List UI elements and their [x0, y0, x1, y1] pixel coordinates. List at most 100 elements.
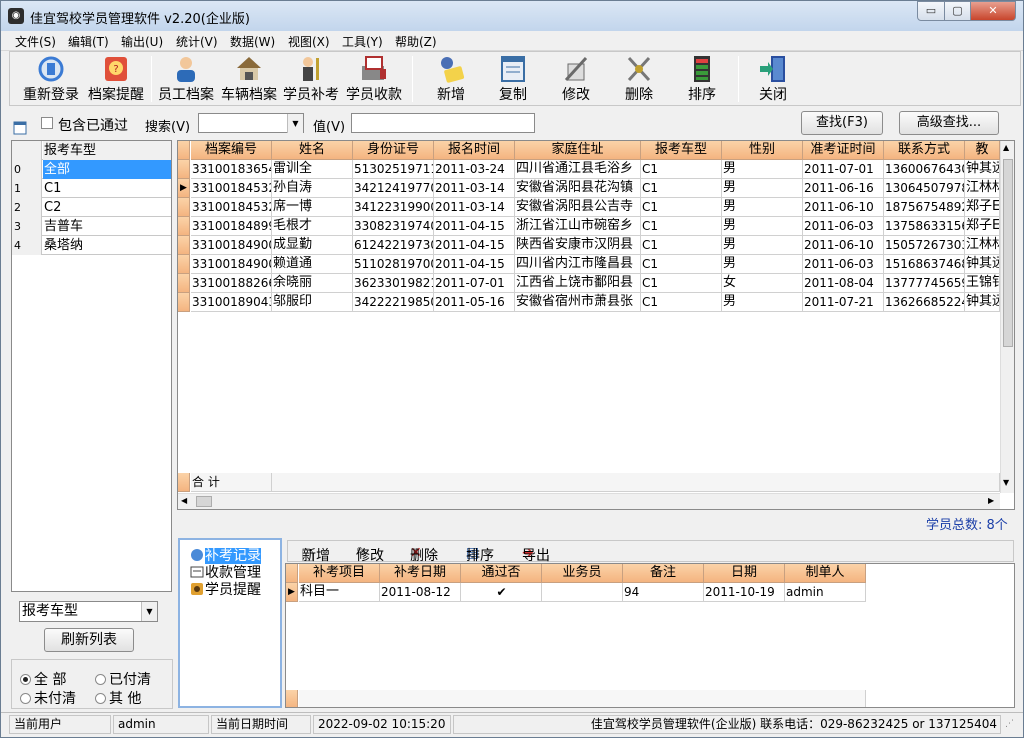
table-cell[interactable]: 四川省通江县毛浴乡	[515, 160, 641, 179]
find-button[interactable]: 查找(F3)	[801, 111, 883, 135]
current-row-indicator-icon[interactable]: ▶	[178, 179, 190, 198]
table-cell[interactable]: 15057267303	[884, 236, 965, 255]
list-item[interactable]: 2 C2	[12, 198, 171, 217]
table-row[interactable]: 科目一	[299, 583, 380, 602]
row-header[interactable]	[178, 217, 190, 236]
table-cell[interactable]: 51102819700	[353, 255, 434, 274]
chevron-down-icon[interactable]: ▼	[141, 602, 157, 621]
modify-button[interactable]: 修改	[545, 54, 607, 104]
table-row[interactable]: 33100183654	[191, 160, 272, 179]
column-header-retest-item[interactable]: 补考项目	[299, 564, 380, 583]
table-cell[interactable]: 2011-08-04	[803, 274, 884, 293]
menu-tools[interactable]: 工具(Y)	[342, 33, 383, 50]
menu-edit[interactable]: 编辑(T)	[68, 33, 109, 50]
table-cell[interactable]: 毛根才	[272, 217, 353, 236]
table-row[interactable]: 33100184900	[191, 236, 272, 255]
table-cell[interactable]: 江林林	[965, 179, 1000, 198]
table-cell[interactable]: 孙自涛	[272, 179, 353, 198]
table-cell[interactable]: 34222219850	[353, 293, 434, 312]
radio-paid[interactable]: 已付清	[95, 669, 151, 689]
table-cell[interactable]: 2011-05-16	[434, 293, 515, 312]
table-cell[interactable]: 男	[722, 179, 803, 198]
table-cell[interactable]: 13758633156	[884, 217, 965, 236]
table-row[interactable]: 33100184532	[191, 179, 272, 198]
table-row[interactable]: 33100184532	[191, 198, 272, 217]
table-cell[interactable]: C1	[641, 217, 722, 236]
table-cell[interactable]: 钟其远	[965, 160, 1000, 179]
list-item[interactable]: 0 全部	[12, 160, 171, 179]
table-cell[interactable]: 2011-07-01	[803, 160, 884, 179]
reminder-button[interactable]: ? 档案提醒	[85, 54, 147, 104]
table-cell[interactable]: 51302519711	[353, 160, 434, 179]
table-cell[interactable]: 男	[722, 198, 803, 217]
table-cell[interactable]: 王锦钅	[965, 274, 1000, 293]
vertical-scrollbar[interactable]: ▲ ▼	[1000, 141, 1014, 493]
table-cell[interactable]: 男	[722, 217, 803, 236]
vertical-scroll-thumb[interactable]	[1003, 159, 1013, 347]
refresh-list-button[interactable]: 刷新列表	[44, 628, 134, 652]
scroll-down-icon[interactable]: ▼	[1003, 478, 1009, 487]
table-cell[interactable]: 男	[722, 236, 803, 255]
include-passed-checkbox[interactable]	[41, 117, 53, 129]
payment-button[interactable]: 学员收款	[343, 54, 405, 104]
table-cell[interactable]: 钟其远	[965, 255, 1000, 274]
table-cell[interactable]: 邬服印	[272, 293, 353, 312]
table-cell[interactable]: 雷训全	[272, 160, 353, 179]
table-row[interactable]: 33100184900	[191, 255, 272, 274]
sort-button[interactable]: 排序	[671, 54, 733, 104]
table-cell[interactable]: C1	[641, 160, 722, 179]
list-item[interactable]: 4 桑塔纳	[12, 236, 171, 255]
column-header-salesperson[interactable]: 业务员	[542, 564, 623, 583]
table-cell[interactable]: 四川省内江市隆昌县	[515, 255, 641, 274]
advanced-find-button[interactable]: 高级查找...	[899, 111, 999, 135]
table-cell[interactable]: C1	[641, 274, 722, 293]
column-header-address[interactable]: 家庭住址	[515, 141, 641, 160]
menu-file[interactable]: 文件(S)	[15, 33, 56, 50]
column-header-creator[interactable]: 制单人	[785, 564, 866, 583]
grid-settings-icon[interactable]	[13, 121, 27, 135]
table-cell[interactable]: 34122319900	[353, 198, 434, 217]
delete-button[interactable]: 删除	[608, 54, 670, 104]
table-cell[interactable]: 36233019821	[353, 274, 434, 293]
column-header-id-no[interactable]: 身份证号	[353, 141, 434, 160]
filter-combo[interactable]: 报考车型 ▼	[19, 601, 158, 622]
table-cell[interactable]: 郑子E	[965, 198, 1000, 217]
radio-all[interactable]: 全 部	[20, 669, 66, 689]
table-cell[interactable]: 61242219730	[353, 236, 434, 255]
table-cell[interactable]: C1	[641, 179, 722, 198]
table-cell[interactable]: 13064507978	[884, 179, 965, 198]
maximize-button[interactable]: ▢	[944, 1, 971, 21]
category-column-header[interactable]: 报考车型	[43, 141, 171, 160]
table-cell[interactable]: 2011-06-10	[803, 236, 884, 255]
table-cell[interactable]: 余晓丽	[272, 274, 353, 293]
table-row[interactable]: 33100189043	[191, 293, 272, 312]
table-cell[interactable]: 2011-03-24	[434, 160, 515, 179]
table-cell[interactable]: 13626685224	[884, 293, 965, 312]
table-cell[interactable]: 女	[722, 274, 803, 293]
table-row[interactable]: 33100184899	[191, 217, 272, 236]
value-input[interactable]	[351, 113, 535, 133]
row-header[interactable]	[178, 293, 190, 312]
table-cell[interactable]: 2011-06-03	[803, 255, 884, 274]
table-cell[interactable]: 2011-04-15	[434, 236, 515, 255]
minimize-button[interactable]: ▭	[917, 1, 945, 21]
nav-payment-management[interactable]: 收款管理	[190, 565, 261, 581]
column-header-note[interactable]: 备注	[623, 564, 704, 583]
column-header-enroll-date[interactable]: 报名时间	[434, 141, 515, 160]
table-cell[interactable]: 成显勤	[272, 236, 353, 255]
column-header-permit-date[interactable]: 准考证时间	[803, 141, 884, 160]
table-cell[interactable]: C1	[641, 236, 722, 255]
nav-student-reminder[interactable]: 学员提醒	[190, 582, 261, 598]
table-cell[interactable]: 15168637468	[884, 255, 965, 274]
table-cell[interactable]: 2011-06-03	[803, 217, 884, 236]
table-cell[interactable]: 赖道通	[272, 255, 353, 274]
row-header[interactable]	[178, 198, 190, 217]
table-cell[interactable]: 席一博	[272, 198, 353, 217]
table-cell[interactable]: 2011-06-16	[803, 179, 884, 198]
horizontal-scroll-thumb[interactable]	[196, 496, 212, 507]
column-header-vehicle-type[interactable]: 报考车型	[641, 141, 722, 160]
column-header-file-no[interactable]: 档案编号	[191, 141, 272, 160]
column-header-gender[interactable]: 性别	[722, 141, 803, 160]
table-cell[interactable]: 2011-03-14	[434, 179, 515, 198]
table-cell[interactable]: 13777745659	[884, 274, 965, 293]
